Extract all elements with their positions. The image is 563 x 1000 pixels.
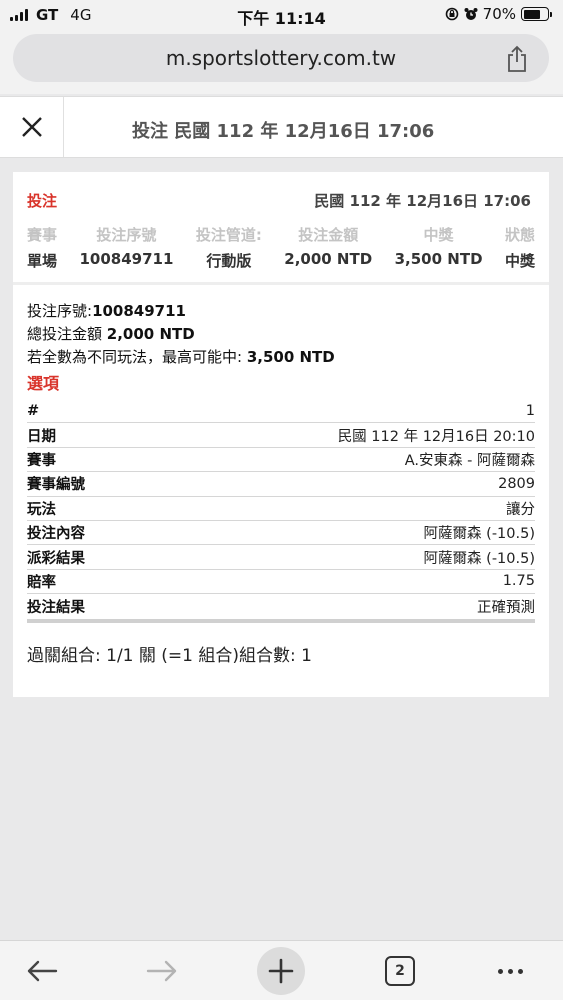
- table-row: 投注內容 阿薩爾森 (-10.5): [27, 521, 535, 546]
- table-row: 日期 民國 112 年 12月16日 20:10: [27, 423, 535, 448]
- tabs-icon[interactable]: 2: [385, 956, 415, 986]
- page-header: 投注 民國 112 年 12月16日 17:06: [0, 96, 563, 158]
- battery-percent: 70%: [482, 5, 516, 23]
- browser-address-area: m.sportslottery.com.tw: [0, 30, 563, 94]
- max-win-line: 若全數為不同玩法，最高可能中: 3,500 NTD: [27, 348, 335, 366]
- tabs-button[interactable]: 2: [376, 947, 424, 995]
- serial-line: 投注序號:100849711: [27, 302, 186, 320]
- share-icon[interactable]: [505, 45, 529, 73]
- alarm-icon: [464, 8, 478, 20]
- summary-head: 投注金額: [298, 226, 359, 244]
- status-bar: GT 4G 下午 11:14 70%: [0, 0, 563, 30]
- close-icon[interactable]: [21, 116, 43, 138]
- bet-details: 投注序號:100849711 總投注金額 2,000 NTD 若全數為不同玩法，…: [27, 300, 535, 666]
- bet-summary: 賽事 單場 投注序號 100849711 投注管道: 行動版 投注金額 2,00…: [27, 224, 535, 271]
- summary-head: 賽事: [27, 226, 58, 244]
- plus-icon[interactable]: [268, 958, 294, 984]
- table-row: 賠率 1.75: [27, 570, 535, 595]
- summary-value: 單場: [27, 252, 58, 270]
- close-button[interactable]: [0, 97, 64, 157]
- page-title: 投注 民國 112 年 12月16日 17:06: [132, 121, 435, 142]
- summary-col-channel: 投注管道: 行動版: [196, 224, 262, 271]
- serial-value: 100849711: [92, 302, 186, 320]
- arrow-right-icon[interactable]: [146, 960, 178, 982]
- divider: [13, 282, 549, 285]
- summary-value: 2,000 NTD: [284, 250, 373, 268]
- summary-col-event: 賽事 單場: [27, 224, 57, 271]
- table-row: 投注結果 正確預測: [27, 599, 535, 616]
- forward-button[interactable]: [138, 947, 186, 995]
- summary-col-serial: 投注序號 100849711: [79, 224, 173, 271]
- summary-head: 投注序號: [96, 226, 157, 244]
- more-icon[interactable]: [497, 968, 523, 974]
- address-bar[interactable]: m.sportslottery.com.tw: [13, 34, 549, 82]
- battery-icon: [521, 7, 552, 21]
- summary-value: 行動版: [206, 252, 252, 270]
- summary-head: 中獎: [423, 226, 454, 244]
- summary-value: 100849711: [79, 250, 174, 268]
- table-row: 玩法 讓分: [27, 497, 535, 521]
- summary-head: 狀態: [504, 226, 535, 244]
- table-row: #1: [27, 399, 535, 424]
- summary-head: 投注管道:: [195, 226, 262, 244]
- new-tab-button[interactable]: [257, 947, 305, 995]
- total-value: 2,000 NTD: [106, 325, 195, 343]
- total-line: 總投注金額 2,000 NTD: [27, 325, 195, 343]
- summary-value: 中獎: [504, 252, 535, 270]
- bet-card: 投注 民國 112 年 12月16日 17:06 賽事 單場 投注序號 1008…: [13, 172, 549, 697]
- arrow-left-icon[interactable]: [26, 960, 58, 982]
- summary-col-status: 狀態 中獎: [505, 224, 535, 271]
- table-row: 賽事編號 2809: [27, 472, 535, 497]
- summary-value: 3,500 NTD: [394, 250, 483, 268]
- combo-summary: 過關組合: 1/1 關 (=1 組合)組合數: 1: [27, 645, 312, 666]
- options-table: #1 日期 民國 112 年 12月16日 20:10 賽事 A.安東森 - 阿薩爾…: [27, 399, 535, 623]
- more-button[interactable]: [486, 947, 534, 995]
- options-title: 選項: [27, 374, 60, 393]
- rotation-lock-icon: [445, 7, 458, 21]
- browser-toolbar: 2: [0, 940, 563, 1000]
- bet-date: 民國 112 年 12月16日 17:06: [314, 192, 531, 210]
- url-text[interactable]: m.sportslottery.com.tw: [13, 46, 549, 70]
- table-row: 派彩結果 阿薩爾森 (-10.5): [27, 545, 535, 570]
- bet-label: 投注: [27, 192, 58, 210]
- table-row: 賽事 A.安東森 - 阿薩爾森: [27, 448, 535, 473]
- table-end-rule: [27, 618, 535, 623]
- summary-col-prize: 中獎 3,500 NTD: [395, 224, 483, 271]
- max-win-value: 3,500 NTD: [246, 348, 335, 366]
- back-button[interactable]: [18, 947, 66, 995]
- summary-col-amount: 投注金額 2,000 NTD: [284, 224, 372, 271]
